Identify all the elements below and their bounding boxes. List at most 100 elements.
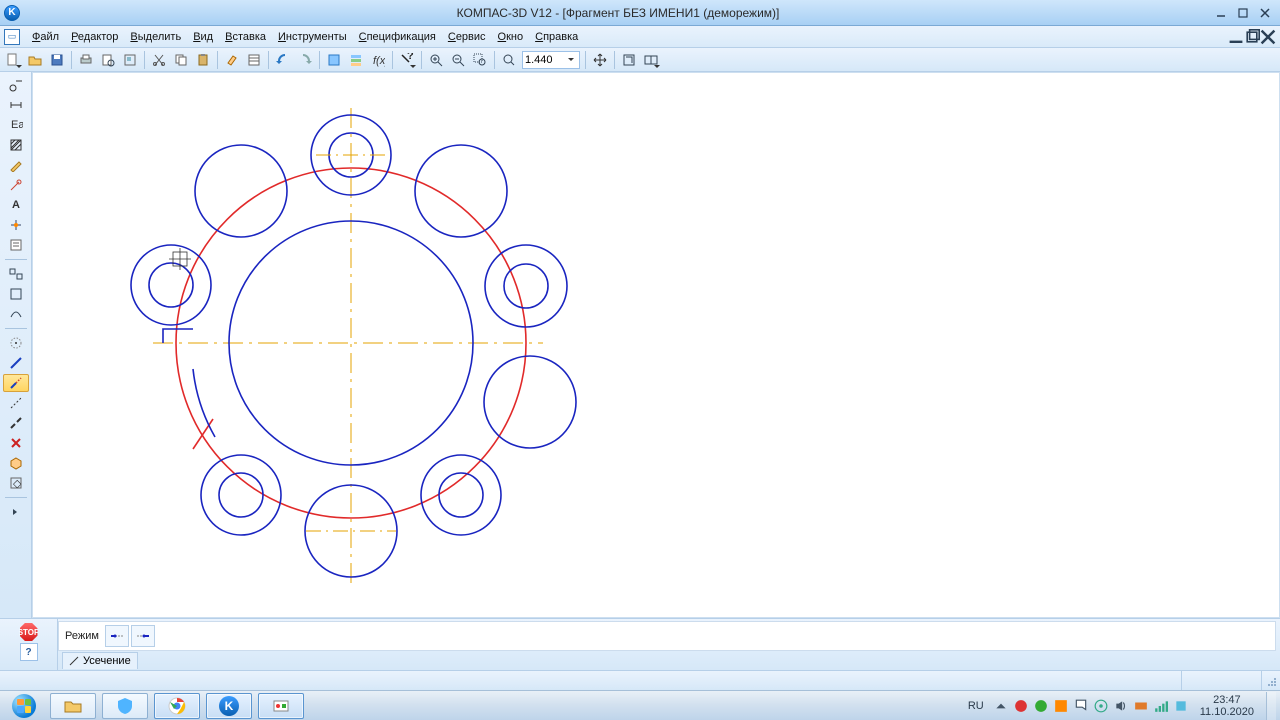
redo-button[interactable] (294, 50, 316, 70)
paste-button[interactable] (192, 50, 214, 70)
pan-button[interactable] (589, 50, 611, 70)
maximize-button[interactable] (1232, 5, 1254, 21)
taskbar-item-recorder[interactable] (258, 693, 304, 719)
left-toolbar: Ea A ◇ (0, 72, 32, 618)
mdi-minimize-button[interactable] (1228, 30, 1244, 44)
close-button[interactable] (1254, 5, 1276, 21)
taskbar-item-chrome[interactable] (154, 693, 200, 719)
spline-tool[interactable] (3, 305, 29, 323)
extend-tool[interactable] (3, 394, 29, 412)
break-tool[interactable] (3, 414, 29, 432)
app-icon: K (4, 5, 20, 21)
titlebar: K КОМПАС-3D V12 - [Фрагмент БЕЗ ИМЕНИ1 (… (0, 0, 1280, 26)
standard-toolbar: f(x) ? (0, 48, 1280, 72)
stop-button[interactable]: STOP (20, 623, 38, 641)
dimensions-tool[interactable] (3, 96, 29, 114)
select-tool[interactable] (3, 216, 29, 234)
zoom-dropdown-button[interactable] (565, 56, 577, 64)
undo-button[interactable] (272, 50, 294, 70)
format-painter-button[interactable] (221, 50, 243, 70)
tray-app-5-icon[interactable] (1174, 699, 1188, 713)
tray-volume-icon[interactable] (1114, 699, 1128, 713)
menu-spec[interactable]: Спецификация (353, 29, 442, 45)
print-button[interactable] (75, 50, 97, 70)
hatch-tool[interactable] (3, 136, 29, 154)
tray-app-3-icon[interactable] (1054, 699, 1068, 713)
tray-app-1-icon[interactable] (1014, 699, 1028, 713)
layers-button[interactable] (323, 50, 345, 70)
properties-button[interactable] (243, 50, 265, 70)
layer-manager-button[interactable] (345, 50, 367, 70)
svg-text:Ea: Ea (11, 119, 23, 131)
window-title: КОМПАС-3D V12 - [Фрагмент БЕЗ ИМЕНИ1 (де… (26, 6, 1210, 20)
refresh-button[interactable] (618, 50, 640, 70)
measure-tool[interactable]: A (3, 196, 29, 214)
mdi-restore-button[interactable] (1244, 30, 1260, 44)
minimize-button[interactable] (1210, 5, 1232, 21)
resize-grip[interactable] (1262, 671, 1280, 690)
clock-date[interactable]: 11.10.2020 (1200, 706, 1254, 718)
menu-insert[interactable]: Вставка (219, 29, 272, 45)
tray-action-center-icon[interactable] (1074, 699, 1088, 713)
mdi-close-button[interactable] (1260, 30, 1276, 44)
macro-tool[interactable]: ◇ (3, 474, 29, 492)
taskbar-item-explorer[interactable] (50, 693, 96, 719)
3d-symbol-tool[interactable] (3, 454, 29, 472)
copy-button[interactable] (170, 50, 192, 70)
parametrize-tool[interactable] (3, 176, 29, 194)
drawing-canvas[interactable] (32, 72, 1280, 618)
point-tool[interactable] (3, 334, 29, 352)
cut-button[interactable] (148, 50, 170, 70)
expand-toolbar-button[interactable] (3, 503, 29, 521)
zoom-in-button[interactable] (425, 50, 447, 70)
trim-tool[interactable] (3, 374, 29, 392)
print-preview-button[interactable] (97, 50, 119, 70)
menu-view[interactable]: Вид (187, 29, 219, 45)
tray-app-4-icon[interactable] (1134, 699, 1148, 713)
zoom-window-button[interactable] (469, 50, 491, 70)
context-help-button[interactable]: ? (396, 50, 418, 70)
status-cell-left (0, 671, 1182, 690)
delete-tool[interactable] (3, 434, 29, 452)
taskbar-item-kompas[interactable]: K (206, 693, 252, 719)
edit-tool[interactable] (3, 156, 29, 174)
geometry-tool[interactable] (3, 76, 29, 94)
annotations-tool[interactable]: Ea (3, 116, 29, 134)
zoom-input[interactable] (525, 54, 565, 66)
menu-tools[interactable]: Инструменты (272, 29, 353, 45)
start-button[interactable] (4, 692, 44, 720)
menubar: ▭ Файл Редактор Выделить Вид Вставка Инс… (0, 26, 1280, 48)
trim-mode-b-button[interactable] (131, 625, 155, 647)
menu-select[interactable]: Выделить (124, 29, 187, 45)
menu-file[interactable]: Файл (26, 29, 65, 45)
views-tool[interactable] (3, 265, 29, 283)
tray-app-2-icon[interactable] (1034, 699, 1048, 713)
page-setup-button[interactable] (119, 50, 141, 70)
svg-text:?: ? (407, 53, 414, 62)
open-button[interactable] (24, 50, 46, 70)
tray-usb-icon[interactable] (1094, 699, 1108, 713)
clock-time[interactable]: 23:47 (1200, 694, 1254, 706)
tray-show-hidden-icon[interactable] (994, 699, 1008, 713)
save-button[interactable] (46, 50, 68, 70)
new-button[interactable] (2, 50, 24, 70)
menu-service[interactable]: Сервис (442, 29, 492, 45)
input-language[interactable]: RU (968, 700, 984, 712)
show-desktop-button[interactable] (1266, 692, 1276, 720)
line-tool[interactable] (3, 354, 29, 372)
menu-help[interactable]: Справка (529, 29, 584, 45)
zoom-previous-button[interactable] (498, 50, 520, 70)
taskbar-item-shield[interactable] (102, 693, 148, 719)
display-mode-button[interactable] (640, 50, 662, 70)
help-button[interactable]: ? (20, 643, 38, 661)
spec-tool[interactable] (3, 236, 29, 254)
aux-geom-tool[interactable] (3, 285, 29, 303)
zoom-out-button[interactable] (447, 50, 469, 70)
menu-window[interactable]: Окно (492, 29, 530, 45)
svg-text:◇: ◇ (13, 478, 22, 490)
variables-button[interactable]: f(x) (367, 50, 389, 70)
menu-editor[interactable]: Редактор (65, 29, 124, 45)
trim-mode-a-button[interactable] (105, 625, 129, 647)
tray-network-icon[interactable] (1154, 699, 1168, 713)
trim-tab[interactable]: Усечение (62, 652, 138, 669)
